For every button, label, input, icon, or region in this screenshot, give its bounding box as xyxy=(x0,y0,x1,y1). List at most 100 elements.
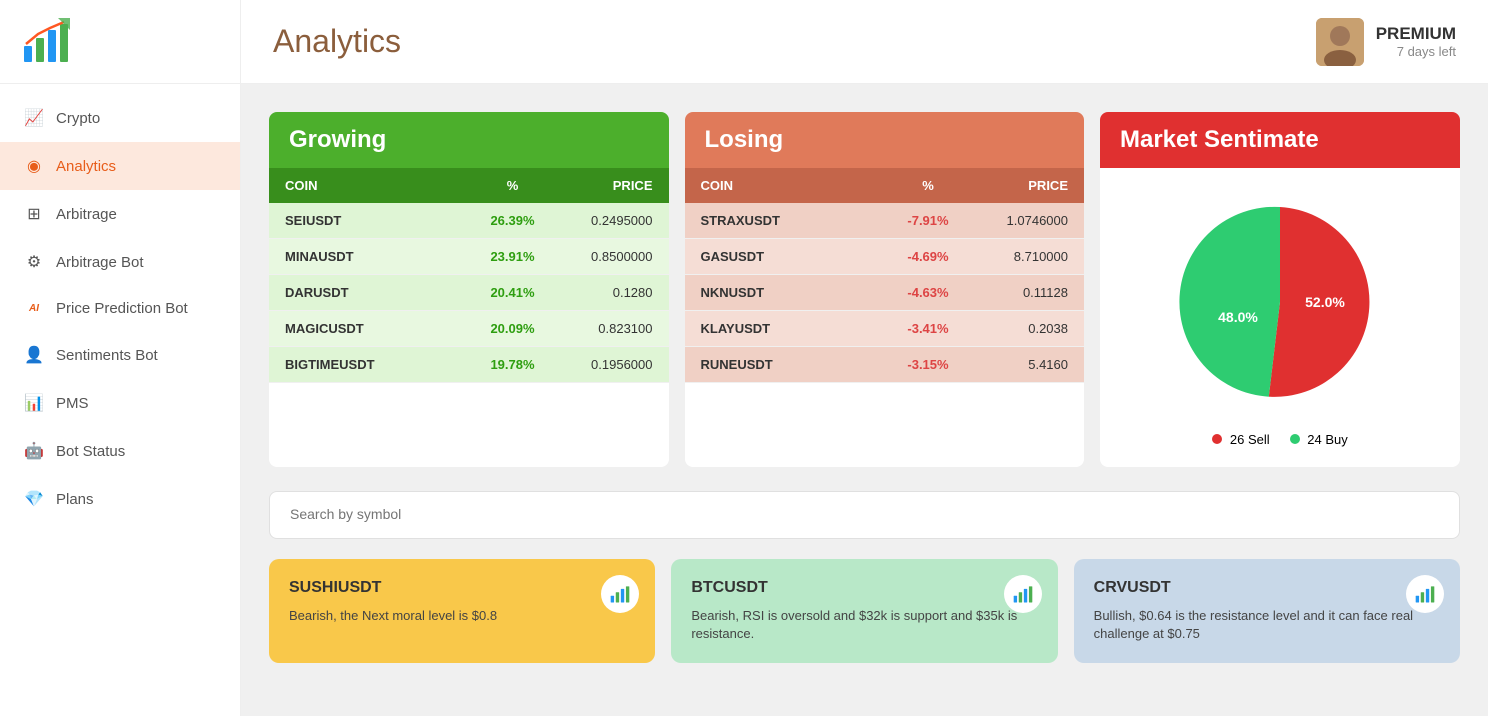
header: Analytics PREMIUM 7 days left xyxy=(241,0,1488,84)
coin-name: KLAYUSDT xyxy=(701,321,889,336)
coin-name: RUNEUSDT xyxy=(701,357,889,372)
user-days: 7 days left xyxy=(1376,44,1456,59)
sidebar-item-pms[interactable]: 📊 PMS xyxy=(0,379,240,427)
coin-pct: 20.09% xyxy=(473,321,553,336)
growing-title: Growing xyxy=(289,126,386,153)
coin-name: BIGTIMEUSDT xyxy=(285,357,473,372)
coin-name: MAGICUSDT xyxy=(285,321,473,336)
sidebar-label-crypto: Crypto xyxy=(56,110,100,127)
content-area: Growing COIN % PRICE SEIUSDT 26.39% 0.24… xyxy=(241,84,1488,716)
coin-name: GASUSDT xyxy=(701,249,889,264)
sidebar-label-arbitrage: Arbitrage xyxy=(56,206,117,223)
sidebar: 📈 Crypto ◉ Analytics ⊞ Arbitrage ⚙ Arbit… xyxy=(0,0,241,716)
buy-legend-label: 24 Buy xyxy=(1307,432,1347,447)
growing-col-pct: % xyxy=(473,178,553,193)
coin-pct: -4.69% xyxy=(888,249,968,264)
diamond-icon: 💎 xyxy=(24,489,44,509)
sidebar-item-arbitrage[interactable]: ⊞ Arbitrage xyxy=(0,190,240,238)
sidebar-label-pms: PMS xyxy=(56,395,89,412)
sidebar-item-sentiments[interactable]: 👤 Sentiments Bot xyxy=(0,331,240,379)
coin-pct: -7.91% xyxy=(888,213,968,228)
coin-name: DARUSDT xyxy=(285,285,473,300)
ai-icon: AI xyxy=(24,303,44,314)
tables-row: Growing COIN % PRICE SEIUSDT 26.39% 0.24… xyxy=(269,112,1460,467)
card-symbol: BTCUSDT xyxy=(691,579,1037,597)
person-icon: 👤 xyxy=(24,345,44,365)
sidebar-item-plans[interactable]: 💎 Plans xyxy=(0,475,240,523)
sidebar-label-plans: Plans xyxy=(56,491,94,508)
sidebar-navigation: 📈 Crypto ◉ Analytics ⊞ Arbitrage ⚙ Arbit… xyxy=(0,84,240,716)
pie-sell-label: 52.0% xyxy=(1305,294,1345,310)
table-row: MINAUSDT 23.91% 0.8500000 xyxy=(269,239,669,275)
bottom-card: BTCUSDT Bearish, RSI is oversold and $32… xyxy=(671,559,1057,663)
pie-legend: 26 Sell 24 Buy xyxy=(1100,424,1460,467)
sidebar-item-crypto[interactable]: 📈 Crypto xyxy=(0,94,240,142)
coin-name: NKNUSDT xyxy=(701,285,889,300)
coin-pct: -4.63% xyxy=(888,285,968,300)
pie-buy-segment xyxy=(1179,207,1280,397)
card-symbol: SUSHIUSDT xyxy=(289,579,635,597)
analytics-icon: ◉ xyxy=(24,156,44,176)
pie-chart-container: 52.0% 48.0% xyxy=(1100,168,1460,424)
bottom-card: SUSHIUSDT Bearish, the Next moral level … xyxy=(269,559,655,663)
user-plan: PREMIUM xyxy=(1376,24,1456,44)
page-title: Analytics xyxy=(273,23,401,60)
coin-name: MINAUSDT xyxy=(285,249,473,264)
search-input[interactable] xyxy=(290,506,1439,522)
market-title: Market Sentimate xyxy=(1120,126,1319,153)
table-row: BIGTIMEUSDT 19.78% 0.1956000 xyxy=(269,347,669,383)
losing-col-headers: COIN % PRICE xyxy=(685,168,1085,203)
sell-legend-label: 26 Sell xyxy=(1230,432,1270,447)
coin-pct: 23.91% xyxy=(473,249,553,264)
card-desc: Bullish, $0.64 is the resistance level a… xyxy=(1094,607,1440,643)
sell-dot xyxy=(1212,434,1222,444)
growing-table: Growing COIN % PRICE SEIUSDT 26.39% 0.24… xyxy=(269,112,669,467)
bot-icon: ⚙ xyxy=(24,252,44,272)
bottom-card: CRVUSDT Bullish, $0.64 is the resistance… xyxy=(1074,559,1460,663)
card-symbol: CRVUSDT xyxy=(1094,579,1440,597)
sidebar-label-bot-status: Bot Status xyxy=(56,443,125,460)
chart-icon: 📈 xyxy=(24,108,44,128)
card-icon xyxy=(1004,575,1042,613)
search-bar[interactable] xyxy=(269,491,1460,539)
growing-col-price: PRICE xyxy=(553,178,653,193)
pms-icon: 📊 xyxy=(24,393,44,413)
table-row: KLAYUSDT -3.41% 0.2038 xyxy=(685,311,1085,347)
market-header: Market Sentimate xyxy=(1100,112,1460,168)
sidebar-item-price-prediction[interactable]: AI Price Prediction Bot xyxy=(0,286,240,331)
sidebar-label-analytics: Analytics xyxy=(56,158,116,175)
coin-price: 1.0746000 xyxy=(968,213,1068,228)
coin-price: 0.823100 xyxy=(553,321,653,336)
sidebar-item-arbitrage-bot[interactable]: ⚙ Arbitrage Bot xyxy=(0,238,240,286)
table-row: RUNEUSDT -3.15% 5.4160 xyxy=(685,347,1085,383)
avatar xyxy=(1316,18,1364,66)
table-row: NKNUSDT -4.63% 0.11128 xyxy=(685,275,1085,311)
table-row: SEIUSDT 26.39% 0.2495000 xyxy=(269,203,669,239)
card-desc: Bearish, RSI is oversold and $32k is sup… xyxy=(691,607,1037,643)
grid-icon: ⊞ xyxy=(24,204,44,224)
sidebar-label-arbitrage-bot: Arbitrage Bot xyxy=(56,254,144,271)
buy-dot xyxy=(1290,434,1300,444)
sidebar-label-price-prediction: Price Prediction Bot xyxy=(56,300,188,317)
buy-legend: 24 Buy xyxy=(1290,432,1348,447)
growing-header: Growing xyxy=(269,112,669,168)
sidebar-item-analytics[interactable]: ◉ Analytics xyxy=(0,142,240,190)
growing-col-headers: COIN % PRICE xyxy=(269,168,669,203)
coin-pct: 20.41% xyxy=(473,285,553,300)
pie-buy-label: 48.0% xyxy=(1218,309,1258,325)
sidebar-logo xyxy=(0,0,240,84)
user-details: PREMIUM 7 days left xyxy=(1376,24,1456,59)
losing-title: Losing xyxy=(705,126,784,153)
coin-price: 5.4160 xyxy=(968,357,1068,372)
coin-price: 0.11128 xyxy=(968,285,1068,300)
card-desc: Bearish, the Next moral level is $0.8 xyxy=(289,607,635,625)
robot-icon: 🤖 xyxy=(24,441,44,461)
sidebar-item-bot-status[interactable]: 🤖 Bot Status xyxy=(0,427,240,475)
table-row: STRAXUSDT -7.91% 1.0746000 xyxy=(685,203,1085,239)
coin-price: 0.1956000 xyxy=(553,357,653,372)
coin-pct: -3.15% xyxy=(888,357,968,372)
coin-pct: 26.39% xyxy=(473,213,553,228)
losing-rows: STRAXUSDT -7.91% 1.0746000 GASUSDT -4.69… xyxy=(685,203,1085,383)
sell-legend: 26 Sell xyxy=(1212,432,1269,447)
coin-price: 8.710000 xyxy=(968,249,1068,264)
